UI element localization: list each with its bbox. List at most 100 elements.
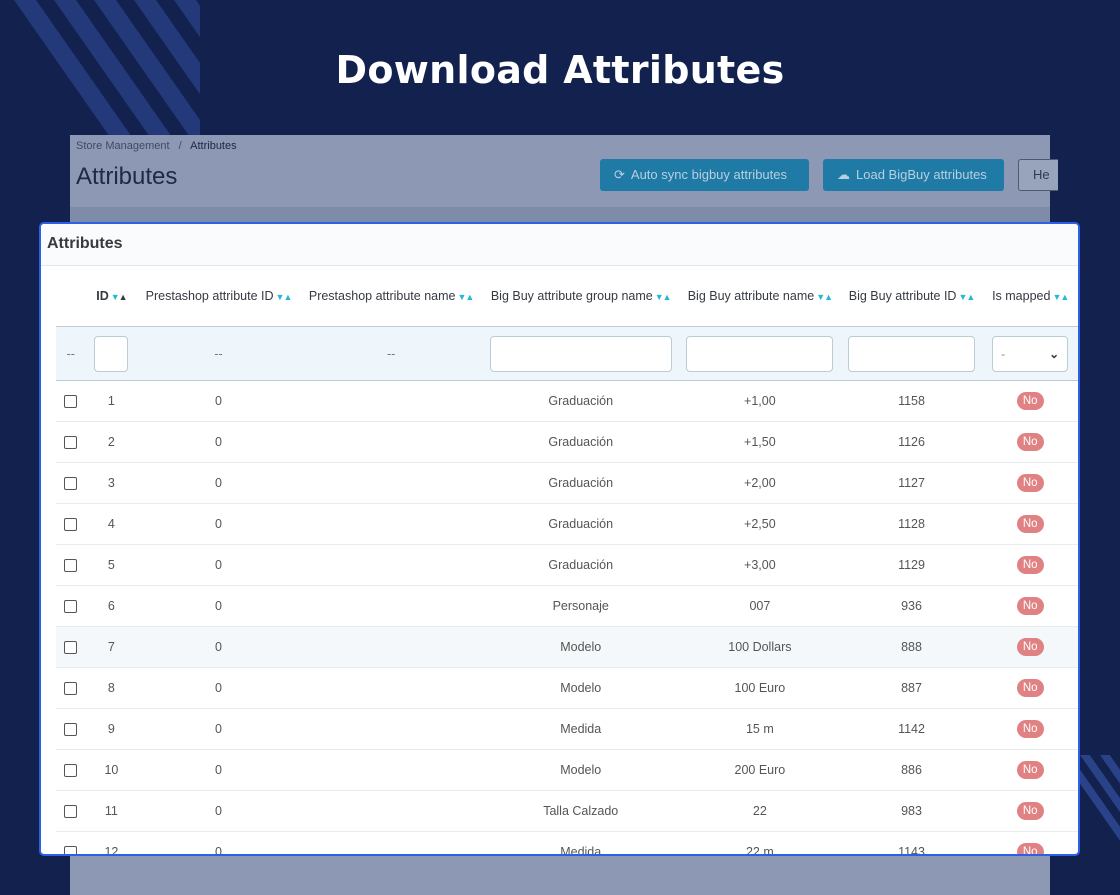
cell-mapped: No — [982, 503, 1078, 545]
cell-mapped: No — [982, 667, 1078, 709]
status-badge: No — [1016, 720, 1044, 738]
sort-icons[interactable]: ▼▲ — [1052, 292, 1069, 302]
row-select-cell — [56, 544, 86, 586]
row-checkbox[interactable] — [64, 846, 78, 854]
cell-ps-id: 0 — [137, 831, 300, 854]
sort-icons[interactable]: ▼▲ — [816, 292, 833, 302]
row-checkbox[interactable] — [64, 682, 78, 696]
filter-attribute-name-input[interactable] — [686, 335, 834, 372]
row-checkbox[interactable] — [64, 477, 78, 491]
cell-bb-id: 887 — [840, 667, 983, 709]
row-select-cell — [56, 503, 86, 545]
page-title: Attributes — [76, 163, 178, 190]
row-checkbox[interactable] — [64, 395, 78, 409]
cell-ps-name — [299, 790, 483, 832]
table-row[interactable]: 7 0 Modelo 100 Dollars 888 No — [56, 626, 1078, 668]
row-checkbox[interactable] — [64, 518, 78, 532]
chevron-down-icon: ⌄ — [1049, 346, 1060, 361]
cell-bb-id: 1142 — [840, 708, 983, 750]
column-header-bigbuy-attribute-name[interactable]: Big Buy attribute name ▼▲ — [679, 266, 841, 327]
cell-ps-name — [299, 544, 483, 586]
cell-name: +3,00 — [679, 544, 841, 586]
column-header-prestashop-attribute-id[interactable]: Prestashop attribute ID ▼▲ — [137, 266, 300, 327]
cell-id: 4 — [85, 503, 138, 545]
cell-group: Talla Calzado — [482, 790, 680, 832]
cell-name: 007 — [679, 585, 841, 627]
attributes-panel: Attributes ID ▼▲ Prestashop attribute ID ▼… — [39, 222, 1080, 856]
row-select-cell — [56, 462, 86, 504]
cell-ps-name — [299, 626, 483, 668]
row-checkbox[interactable] — [64, 559, 78, 573]
row-checkbox[interactable] — [64, 805, 78, 819]
cell-name: 15 m — [679, 708, 841, 750]
sort-icons[interactable]: ▼▲ — [958, 292, 975, 302]
filter-attribute-id-input[interactable] — [848, 335, 976, 372]
auto-sync-button[interactable]: ⟳ Auto sync bigbuy attributes — [600, 159, 809, 191]
status-badge: No — [1016, 638, 1044, 656]
cell-name: 200 Euro — [679, 749, 841, 791]
table-row[interactable]: 8 0 Modelo 100 Euro 887 No — [56, 667, 1078, 709]
row-select-cell — [56, 667, 86, 709]
cell-mapped: No — [982, 380, 1078, 422]
breadcrumb: Store Management / Attributes — [76, 140, 237, 152]
status-badge: No — [1016, 474, 1044, 492]
filter-select-all: -- — [56, 326, 86, 381]
auto-sync-label: Auto sync bigbuy attributes — [630, 167, 787, 182]
cell-bb-id: 888 — [840, 626, 983, 668]
row-select-cell — [56, 626, 86, 668]
column-header-bigbuy-group-name[interactable]: Big Buy attribute group name ▼▲ — [482, 266, 679, 327]
table-row[interactable]: 3 0 Graduación +2,00 1127 No — [56, 462, 1078, 504]
cell-bb-id: 1127 — [840, 462, 983, 504]
cell-bb-id: 983 — [840, 790, 983, 832]
cell-bb-id: 1143 — [840, 831, 983, 854]
row-checkbox[interactable] — [64, 600, 78, 614]
cell-mapped: No — [982, 626, 1078, 668]
filter-is-mapped-select[interactable]: - ⌄ — [992, 335, 1069, 372]
row-select-cell — [56, 380, 86, 422]
status-badge: No — [1016, 433, 1044, 451]
table-row[interactable]: 2 0 Graduación +1,50 1126 No — [56, 421, 1078, 463]
cell-name: 100 Euro — [679, 667, 841, 709]
table-row[interactable]: 1 0 Graduación +1,00 1158 No — [56, 380, 1078, 422]
cell-ps-name — [299, 503, 483, 545]
help-button[interactable]: He — [1018, 159, 1058, 191]
status-badge: No — [1016, 597, 1044, 615]
breadcrumb-parent[interactable]: Store Management — [76, 140, 170, 152]
row-checkbox[interactable] — [64, 436, 78, 450]
cell-ps-id: 0 — [137, 708, 300, 750]
row-checkbox[interactable] — [64, 723, 78, 737]
table-row[interactable]: 10 0 Modelo 200 Euro 886 No — [56, 749, 1078, 791]
cell-group: Graduación — [482, 380, 680, 422]
table-row[interactable]: 4 0 Graduación +2,50 1128 No — [56, 503, 1078, 545]
sort-icons[interactable]: ▼▲ — [111, 292, 128, 302]
load-bigbuy-button[interactable]: ☁ Load BigBuy attributes — [823, 159, 1004, 191]
cell-ps-id: 0 — [137, 749, 300, 791]
filter-group-name-input[interactable] — [489, 335, 672, 372]
table-row[interactable]: 6 0 Personaje 007 936 No — [56, 585, 1078, 627]
cell-mapped: No — [982, 708, 1078, 750]
column-header-is-mapped[interactable]: Is mapped ▼▲ — [982, 266, 1078, 327]
cell-mapped: No — [982, 585, 1078, 627]
row-select-cell — [56, 749, 86, 791]
table-row[interactable]: 5 0 Graduación +3,00 1129 No — [56, 544, 1078, 586]
table-row[interactable]: 12 0 Medida 22 m 1143 No — [56, 831, 1078, 854]
cell-ps-id: 0 — [137, 626, 300, 668]
load-bigbuy-label: Load BigBuy attributes — [856, 167, 987, 182]
sort-icons[interactable]: ▼▲ — [655, 292, 672, 302]
filter-id-input[interactable] — [94, 335, 129, 372]
sort-icons[interactable]: ▼▲ — [276, 292, 293, 302]
cell-ps-id: 0 — [137, 667, 300, 709]
table-row[interactable]: 11 0 Talla Calzado 22 983 No — [56, 790, 1078, 832]
cell-group: Graduación — [482, 503, 680, 545]
column-header-id[interactable]: ID ▼▲ — [86, 266, 138, 327]
column-header-bigbuy-attribute-id[interactable]: Big Buy attribute ID ▼▲ — [841, 266, 983, 327]
row-checkbox[interactable] — [64, 641, 78, 655]
sort-icons[interactable]: ▼▲ — [457, 292, 474, 302]
cell-id: 8 — [85, 667, 138, 709]
column-header-prestashop-attribute-name[interactable]: Prestashop attribute name ▼▲ — [300, 266, 483, 327]
cell-group: Modelo — [482, 626, 680, 668]
row-checkbox[interactable] — [64, 764, 78, 778]
table-header-row: ID ▼▲ Prestashop attribute ID ▼▲ Prestasho… — [56, 266, 1078, 327]
table-row[interactable]: 9 0 Medida 15 m 1142 No — [56, 708, 1078, 750]
cell-bb-id: 1129 — [840, 544, 983, 586]
